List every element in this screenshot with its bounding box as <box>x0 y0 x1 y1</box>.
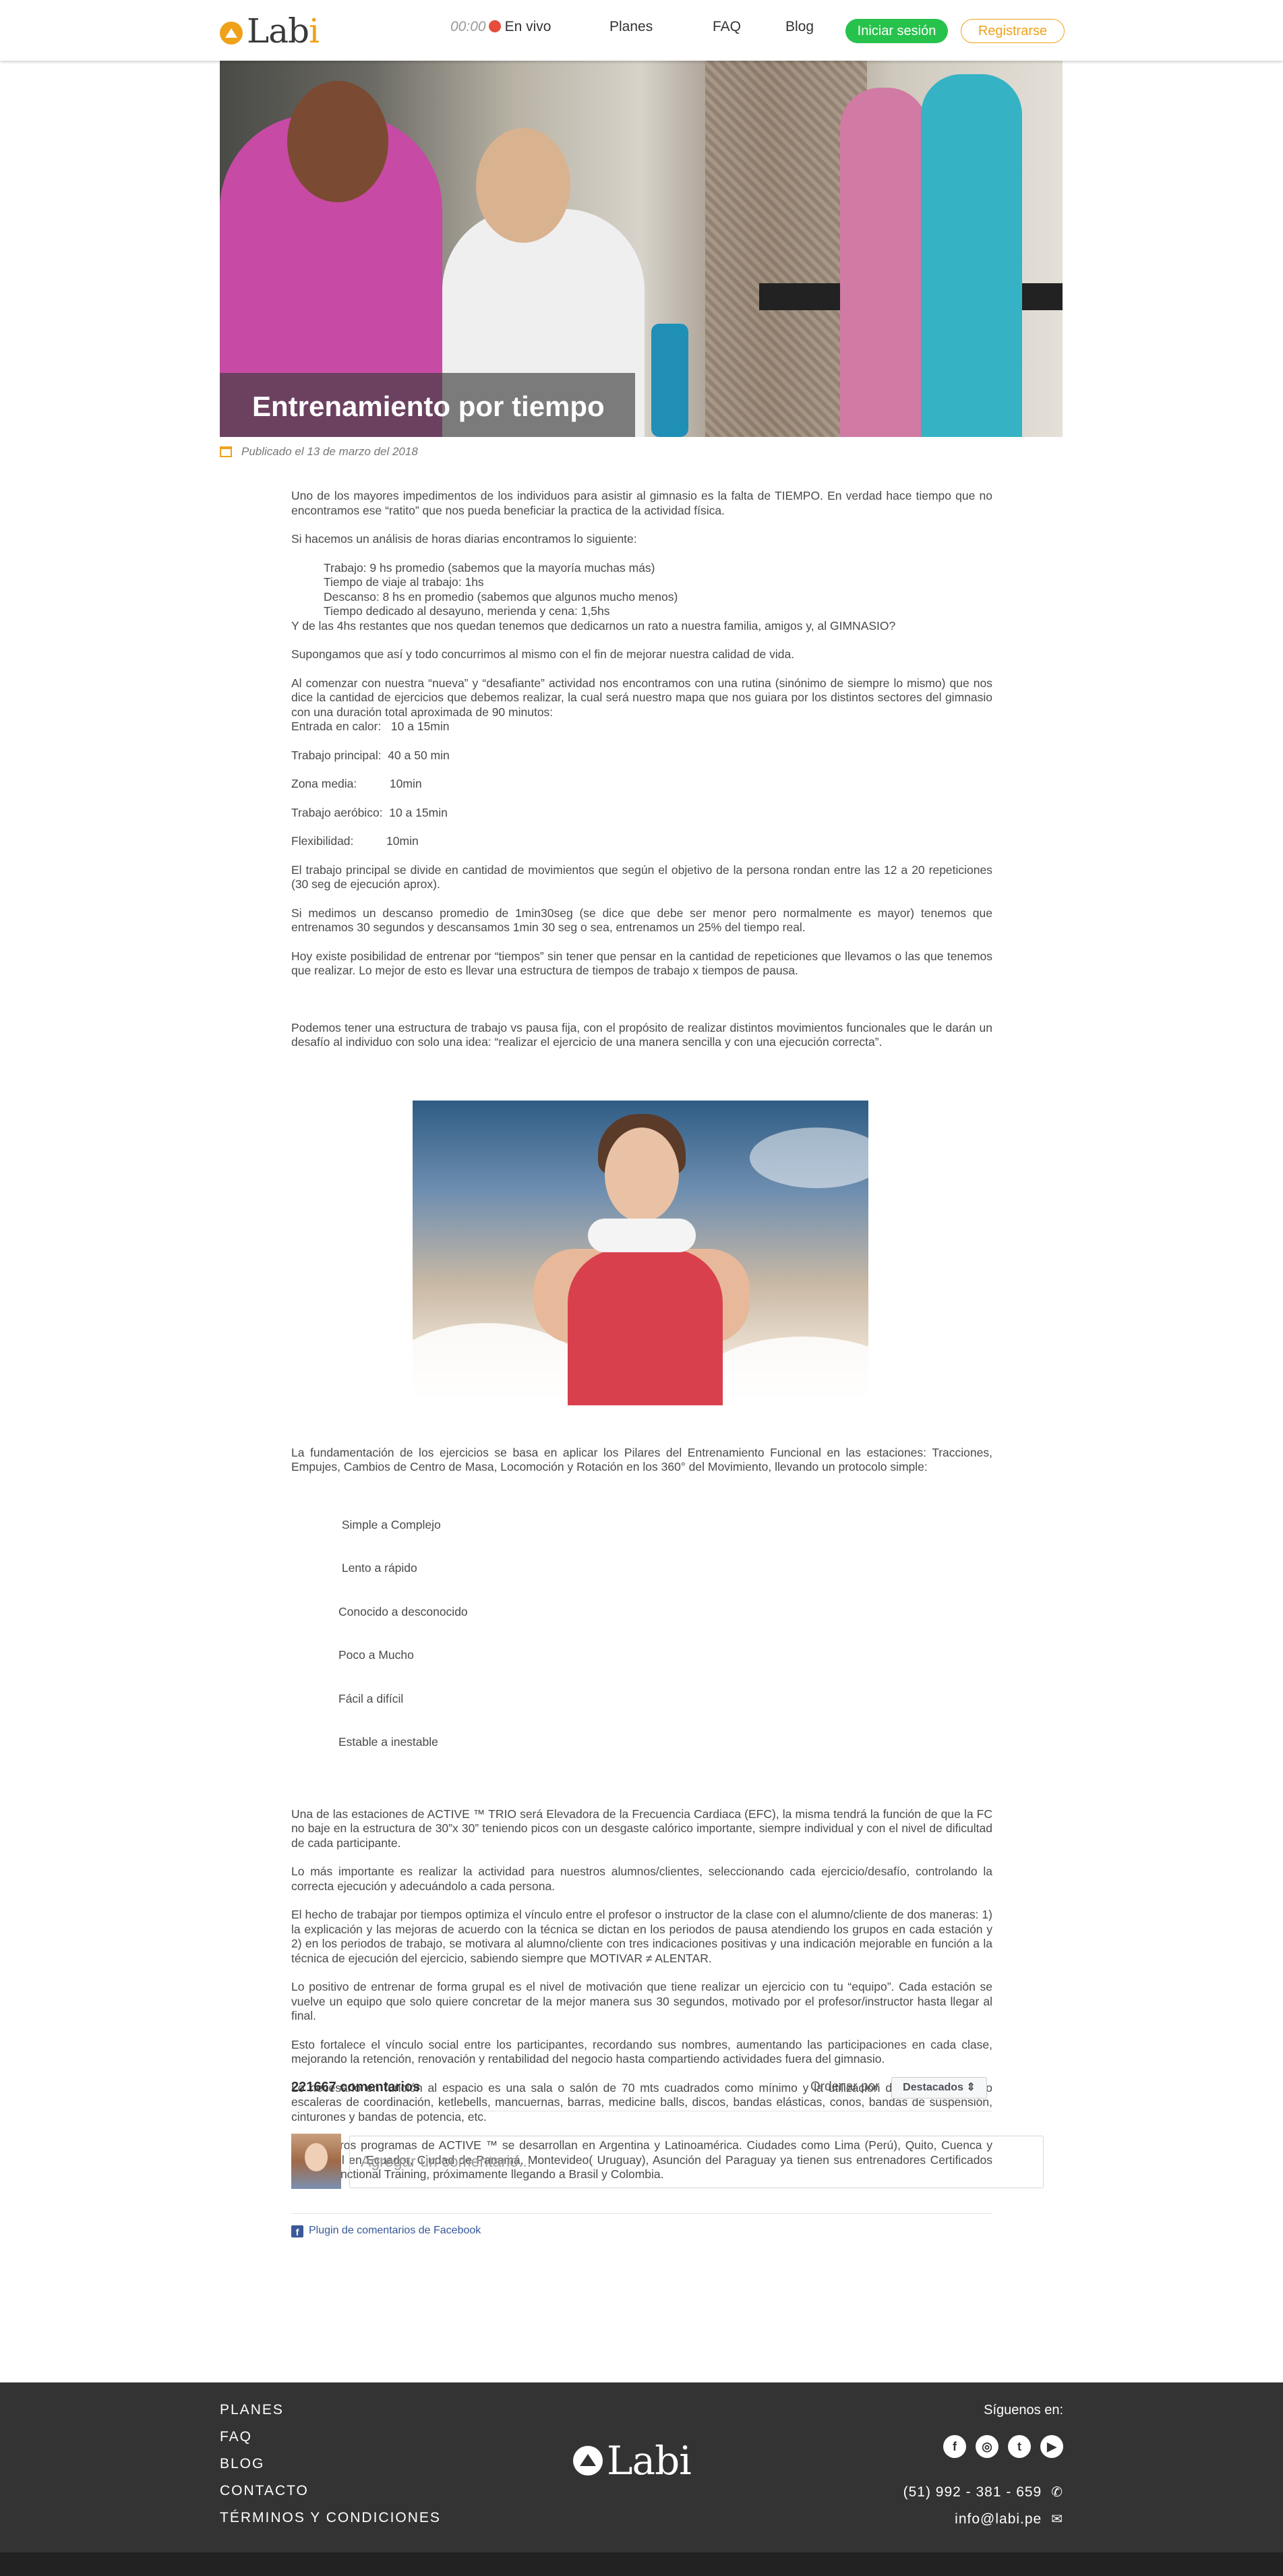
phone-icon: ✆ <box>1051 2485 1063 2500</box>
list-item: Descanso: 8 hs en promedio (sabemos que … <box>324 589 678 604</box>
plugin-label: Plugin de comentarios de Facebook <box>309 2225 481 2236</box>
list-item: Conocido a desconocido <box>338 1604 468 1618</box>
register-button[interactable]: Registrarse <box>961 19 1065 43</box>
paragraph: Lo positivo de entrenar de forma grupal … <box>291 1980 992 2022</box>
site-logo[interactable]: Labi <box>220 11 320 51</box>
comments-header: 221667 comentarios Ordenar por Destacado… <box>291 2077 992 2111</box>
paragraph: Si hacemos un análisis de horas diarias … <box>291 532 637 546</box>
paragraph: Lo más importante es realizar la activid… <box>291 1865 992 1893</box>
page-title: Entrenamiento por tiempo <box>252 390 605 422</box>
footer-link-planes[interactable]: PLANES <box>220 2403 441 2418</box>
footer-links: PLANES FAQ BLOG CONTACTO TÉRMINOS Y COND… <box>220 2403 441 2538</box>
protocol-list: Simple a Complejo Lento a rápido Conocid… <box>291 1489 992 1779</box>
paragraph: Podemos tener una estructura de trabajo … <box>291 1020 992 1049</box>
social-links: f ◎ t ▶ <box>943 2435 1063 2458</box>
hero-title-overlay: Entrenamiento por tiempo <box>220 373 635 437</box>
live-indicator[interactable]: 00:00 En vivo <box>450 19 551 35</box>
logo-text-accent: i <box>309 11 320 51</box>
comment-input[interactable]: Agregar un comentario... <box>349 2136 1044 2188</box>
mail-icon: ✉ <box>1051 2512 1063 2527</box>
list-item: Tiempo de viaje al trabajo: 1hs <box>324 575 484 589</box>
footer-logo[interactable]: Labi <box>573 2438 692 2484</box>
paragraph: El hecho de trabajar por tiempos optimiz… <box>291 1908 992 1965</box>
twitter-icon[interactable]: t <box>1008 2435 1031 2458</box>
hero-image: Entrenamiento por tiempo <box>220 61 1063 437</box>
paragraph: Uno de los mayores impedimentos de los i… <box>291 489 992 517</box>
paragraph: Supongamos que así y todo concurrimos al… <box>291 647 795 661</box>
follow-label: Síguenos en: <box>984 2403 1063 2418</box>
list-item: Poco a Mucho <box>338 1648 414 1662</box>
article-photo <box>413 1101 868 1405</box>
site-header: Labi 00:00 En vivo Planes FAQ Blog Inicia… <box>0 0 1283 61</box>
nav-blog[interactable]: Blog <box>785 19 814 35</box>
footer-email[interactable]: info@labi.pe ✉ <box>955 2511 1063 2527</box>
paragraph: El trabajo principal se divide en cantid… <box>291 862 992 891</box>
footer-link-blog[interactable]: BLOG <box>220 2457 441 2471</box>
footer-bottom-bar <box>0 2552 1283 2576</box>
footer-logo-text: Labi <box>607 2438 692 2484</box>
paragraph: Al comenzar con nuestra “nueva” y “desaf… <box>291 676 992 719</box>
live-label: En vivo <box>504 19 551 34</box>
paragraph: Esto fortalece el vínculo social entre l… <box>291 2037 992 2066</box>
sort-select[interactable]: Destacados ⇕ <box>891 2077 987 2099</box>
facebook-plugin-link[interactable]: f Plugin de comentarios de Facebook <box>291 2213 992 2237</box>
calendar-icon <box>220 446 232 457</box>
duration-item: Trabajo principal: 40 a 50 min <box>291 748 450 762</box>
footer-link-terminos[interactable]: TÉRMINOS Y CONDICIONES <box>220 2511 441 2525</box>
facebook-icon[interactable]: f <box>943 2435 966 2458</box>
youtube-icon[interactable]: ▶ <box>1040 2435 1063 2458</box>
comments-count: 221667 comentarios <box>291 2080 421 2095</box>
footer-logo-icon <box>573 2446 603 2476</box>
published-date: Publicado el 13 de marzo del 2018 <box>220 445 418 459</box>
footer-phone[interactable]: (51) 992 - 381 - 659 ✆ <box>903 2484 1063 2500</box>
site-footer: PLANES FAQ BLOG CONTACTO TÉRMINOS Y COND… <box>0 2382 1283 2552</box>
duration-item: Entrada en calor: 10 a 15min <box>291 720 450 733</box>
live-time: 00:00 <box>450 19 486 34</box>
login-button[interactable]: Iniciar sesión <box>845 19 948 43</box>
live-dot-icon <box>488 20 501 32</box>
hours-list: Trabajo: 9 hs promedio (sabemos que la m… <box>291 561 992 619</box>
email-text: info@labi.pe <box>955 2511 1042 2527</box>
list-item: Trabajo: 9 hs promedio (sabemos que la m… <box>324 560 655 575</box>
duration-item: Trabajo aeróbico: 10 a 15min <box>291 805 448 819</box>
paragraph: Una de las estaciones de ACTIVE ™ TRIO s… <box>291 1807 992 1850</box>
facebook-icon: f <box>291 2225 303 2237</box>
published-text: Publicado el 13 de marzo del 2018 <box>241 445 418 458</box>
paragraph: Si medimos un descanso promedio de 1min3… <box>291 906 992 935</box>
paragraph: La fundamentación de los ejercicios se b… <box>291 1445 992 1474</box>
logo-text: Lab <box>247 11 309 51</box>
logo-mark-icon <box>220 22 243 45</box>
nav-faq[interactable]: FAQ <box>713 19 741 35</box>
paragraph: Y de las 4hs restantes que nos quedan te… <box>291 618 896 633</box>
duration-item: Zona media: 10min <box>291 777 422 790</box>
list-item: Simple a Complejo <box>338 1517 441 1531</box>
list-item: Fácil a difícil <box>338 1691 404 1705</box>
list-item: Lento a rápido <box>338 1561 417 1575</box>
phone-text: (51) 992 - 381 - 659 <box>903 2484 1042 2500</box>
paragraph: Hoy existe posibilidad de entrenar por “… <box>291 949 992 978</box>
list-item: Estable a inestable <box>338 1735 438 1749</box>
nav-planes[interactable]: Planes <box>609 19 653 35</box>
sort-label: Ordenar por <box>810 2080 880 2094</box>
duration-item: Flexibilidad: 10min <box>291 834 419 848</box>
footer-link-faq[interactable]: FAQ <box>220 2430 441 2445</box>
avatar <box>291 2134 341 2189</box>
instagram-icon[interactable]: ◎ <box>976 2435 998 2458</box>
footer-link-contacto[interactable]: CONTACTO <box>220 2484 441 2498</box>
list-item: Tiempo dedicado al desayuno, merienda y … <box>324 604 610 618</box>
